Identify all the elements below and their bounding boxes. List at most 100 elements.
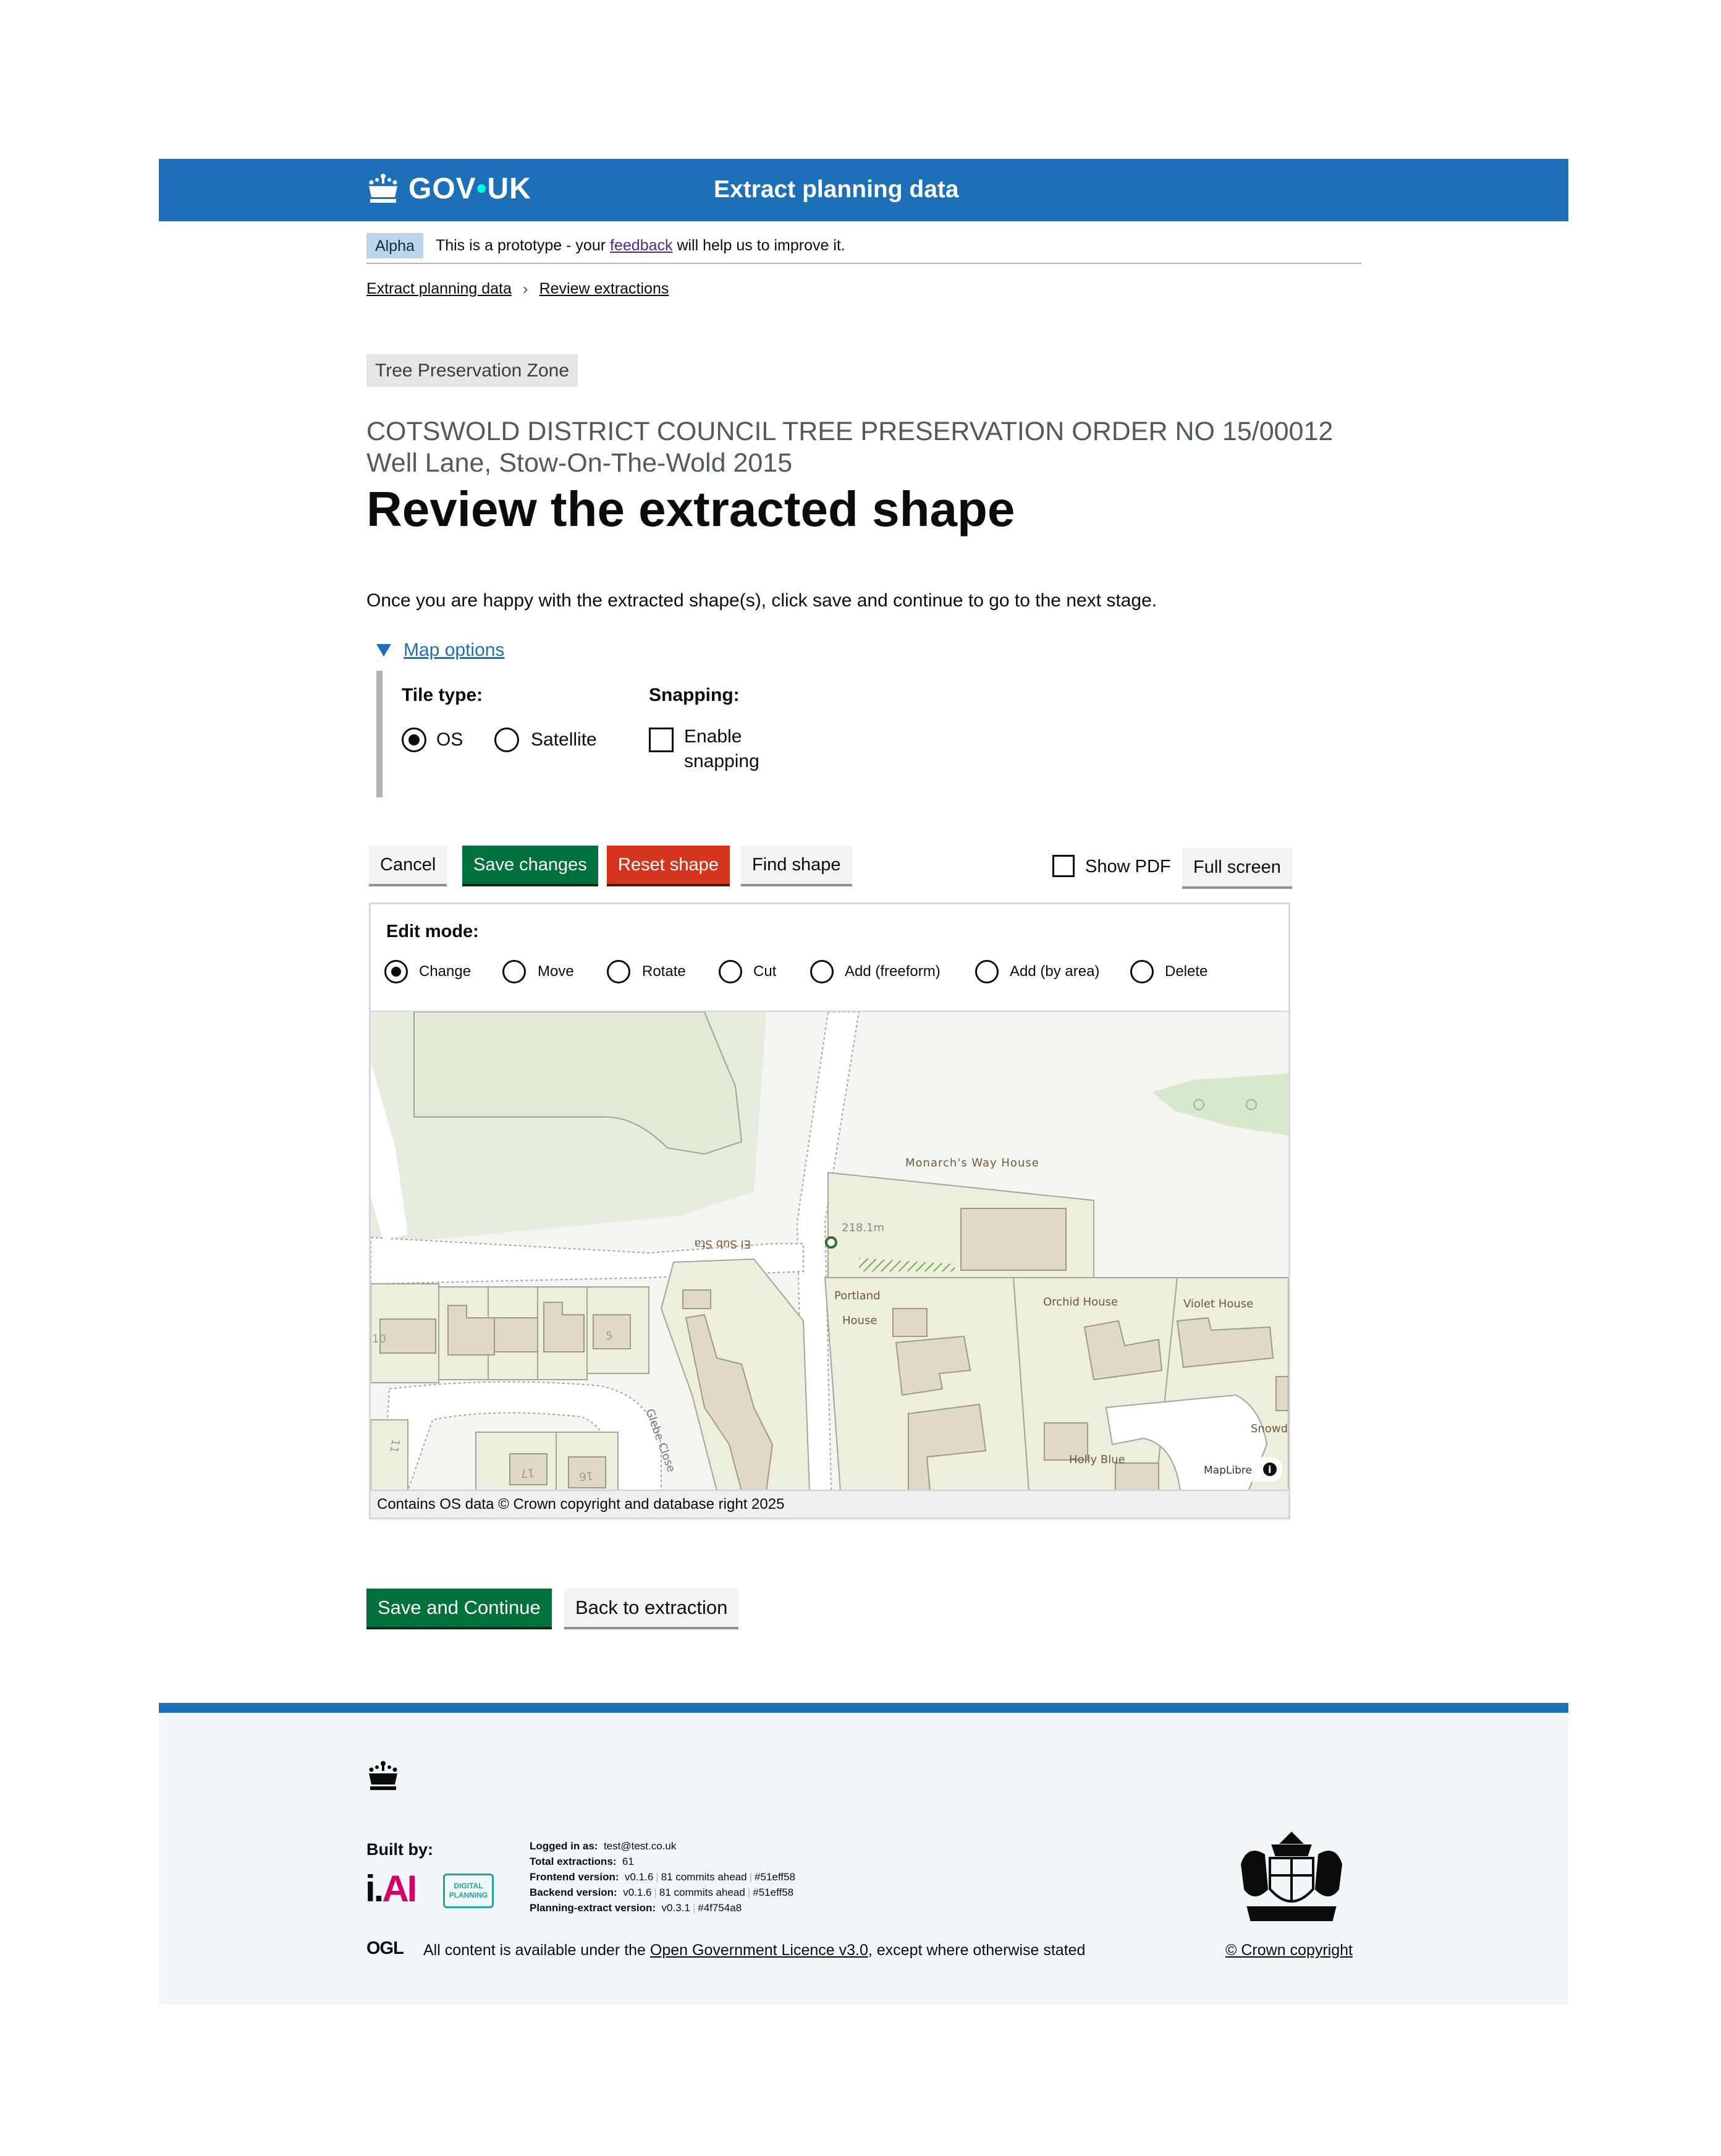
tile-satellite-radio[interactable]: [494, 728, 519, 752]
phase-text-before: This is a prototype - your: [435, 237, 606, 254]
phase-text-after: will help us to improve it.: [677, 237, 845, 254]
label-number-5: 5: [606, 1330, 612, 1343]
edit-mode-cut-radio[interactable]: [719, 960, 742, 983]
ogl-licence-link[interactable]: Open Government Licence v3.0: [650, 1942, 868, 1959]
tile-satellite-label: Satellite: [531, 729, 597, 750]
label-violet-house: Violet House: [1183, 1297, 1253, 1310]
logo-uk: UK: [487, 172, 531, 205]
label-portland: Portland: [834, 1289, 881, 1302]
details-border: [376, 671, 383, 797]
maplibre-label: MapLibre: [1204, 1464, 1252, 1477]
ogl-logo: OGL: [366, 1938, 404, 1958]
edit-mode-label: Edit mode:: [386, 922, 479, 941]
govuk-logo[interactable]: GOV•UK: [365, 170, 531, 207]
breadcrumb-review-extractions[interactable]: Review extractions: [539, 280, 669, 298]
info-icon-glyph: i: [1268, 1464, 1271, 1475]
backend-version-row: Backend version: v0.1.6 | 81 commits ahead…: [530, 1886, 794, 1898]
show-pdf-checkbox[interactable]: [1052, 855, 1075, 877]
planning-extract-version-row: Planning-extract version: v0.3.1 | #4f754a…: [530, 1902, 742, 1914]
digital-planning-text-2: PLANNING: [449, 1891, 488, 1899]
label-house: House: [842, 1314, 877, 1327]
edit-mode-rotate-radio[interactable]: [607, 960, 630, 983]
map-canvas[interactable]: Monarch's Way House 218.1m El Sub Sta Po…: [371, 1011, 1288, 1490]
label-holly-blue: Holly Blue: [1069, 1453, 1125, 1466]
breadcrumb-extract-planning-data[interactable]: Extract planning data: [366, 280, 512, 298]
edit-mode-add-by-area-label: Add (by area): [1010, 963, 1100, 980]
crown-copyright: © Crown copyright: [1225, 1942, 1353, 1959]
edit-mode-add-by-area-radio[interactable]: [975, 960, 999, 983]
total-extractions-value: 61: [622, 1856, 634, 1867]
label-number-11: 11: [387, 1438, 402, 1454]
enable-snapping-label-2: snapping: [684, 751, 759, 771]
show-pdf-label: Show PDF: [1085, 857, 1171, 876]
frontend-version-row: Frontend version: v0.1.6 | 81 commits ahea…: [530, 1871, 795, 1883]
gov-header: GOV•UK Extract planning data: [159, 159, 1568, 221]
edit-mode-cut-label: Cut: [753, 963, 777, 980]
iai-logo[interactable]: i.AI: [365, 1867, 417, 1910]
edit-mode-change-radio[interactable]: [384, 960, 408, 983]
crown-icon: [369, 174, 397, 203]
enable-snapping-checkbox[interactable]: [649, 728, 674, 752]
crown-copyright-link[interactable]: © Crown copyright: [1225, 1942, 1353, 1959]
iai-logo-ai: AI: [382, 1868, 417, 1909]
built-by-label: Built by:: [366, 1840, 433, 1859]
back-to-extraction-button[interactable]: Back to extraction: [564, 1589, 739, 1627]
spot-height-marker-icon: [825, 1236, 837, 1249]
phase-banner: Alpha This is a prototype - your feedbac…: [366, 229, 1361, 264]
logged-in-row: Logged in as: test@test.co.uk: [530, 1840, 677, 1852]
full-screen-button[interactable]: Full screen: [1182, 848, 1292, 886]
iai-logo-i: i.: [365, 1868, 384, 1909]
label-number-10: 10: [372, 1333, 386, 1346]
digital-planning-logo[interactable]: DIGITAL PLANNING: [443, 1874, 494, 1908]
crown-icon: [369, 1761, 397, 1790]
reset-shape-button[interactable]: Reset shape: [607, 846, 730, 884]
feedback-link[interactable]: feedback: [610, 237, 672, 254]
chevron-right-icon: ›: [522, 279, 528, 298]
map-panel: Edit mode: Change Move Rotate Cut Add (f…: [369, 902, 1290, 1519]
edit-mode-delete-label: Delete: [1165, 963, 1208, 980]
service-name[interactable]: Extract planning data: [714, 176, 959, 203]
tile-os-label: OS: [436, 729, 463, 750]
label-monarchs-way-house: Monarch's Way House: [905, 1157, 1039, 1169]
label-orchid-house: Orchid House: [1043, 1296, 1118, 1309]
phase-text: This is a prototype - your feedback will…: [436, 237, 845, 255]
tile-os-radio[interactable]: [402, 728, 426, 752]
snapping-label: Snapping:: [649, 685, 740, 705]
royal-coat-of-arms-icon: [1240, 1831, 1343, 1921]
edit-mode-move-radio[interactable]: [502, 960, 526, 983]
licence-text: All content is available under the Open …: [423, 1942, 1086, 1959]
os-map[interactable]: Monarch's Way House 218.1m El Sub Sta Po…: [371, 1012, 1288, 1490]
tile-type-label: Tile type:: [402, 685, 483, 705]
edit-mode-rotate-label: Rotate: [642, 963, 686, 980]
label-snowd: Snowd: [1251, 1422, 1288, 1435]
save-changes-button[interactable]: Save changes: [462, 846, 598, 884]
cancel-button[interactable]: Cancel: [369, 846, 447, 884]
label-spot-height: 218.1m: [842, 1221, 884, 1234]
intro-text: Once you are happy with the extracted sh…: [366, 590, 1157, 611]
enable-snapping-label-1: Enable: [684, 726, 742, 747]
total-extractions-row: Total extractions: 61: [530, 1856, 634, 1867]
document-caption: COTSWOLD DISTRICT COUNCIL TREE PRESERVAT…: [366, 417, 1334, 478]
label-number-16: 16: [578, 1469, 594, 1483]
edit-mode-add-freeform-radio[interactable]: [810, 960, 834, 983]
edit-mode-move-label: Move: [538, 963, 574, 980]
label-el-sub-sta: El Sub Sta: [694, 1237, 751, 1250]
edit-mode-add-freeform-label: Add (freeform): [845, 963, 941, 980]
label-number-17: 17: [520, 1466, 535, 1480]
find-shape-button[interactable]: Find shape: [741, 846, 852, 884]
map-options-link[interactable]: Map options: [404, 640, 504, 661]
footer: Built by: i.AI DIGITAL PLANNING Logged i…: [159, 1703, 1568, 2005]
triangle-down-icon: [376, 644, 391, 656]
map-attribution: Contains OS data © Crown copyright and d…: [371, 1490, 1288, 1517]
dataset-tag: Tree Preservation Zone: [366, 354, 578, 387]
map-options-summary[interactable]: Map options: [376, 640, 504, 661]
breadcrumb: Extract planning data › Review extractio…: [366, 279, 669, 299]
page-title: Review the extracted shape: [366, 482, 1015, 537]
version-info: Logged in as: test@test.co.uk Total extr…: [530, 1838, 795, 1916]
logged-in-email: test@test.co.uk: [603, 1840, 677, 1852]
phase-tag: Alpha: [366, 233, 423, 258]
logo-gov: GOV: [408, 172, 476, 205]
edit-mode-delete-radio[interactable]: [1130, 960, 1154, 983]
digital-planning-text-1: DIGITAL: [454, 1882, 483, 1890]
save-and-continue-button[interactable]: Save and Continue: [366, 1589, 552, 1627]
